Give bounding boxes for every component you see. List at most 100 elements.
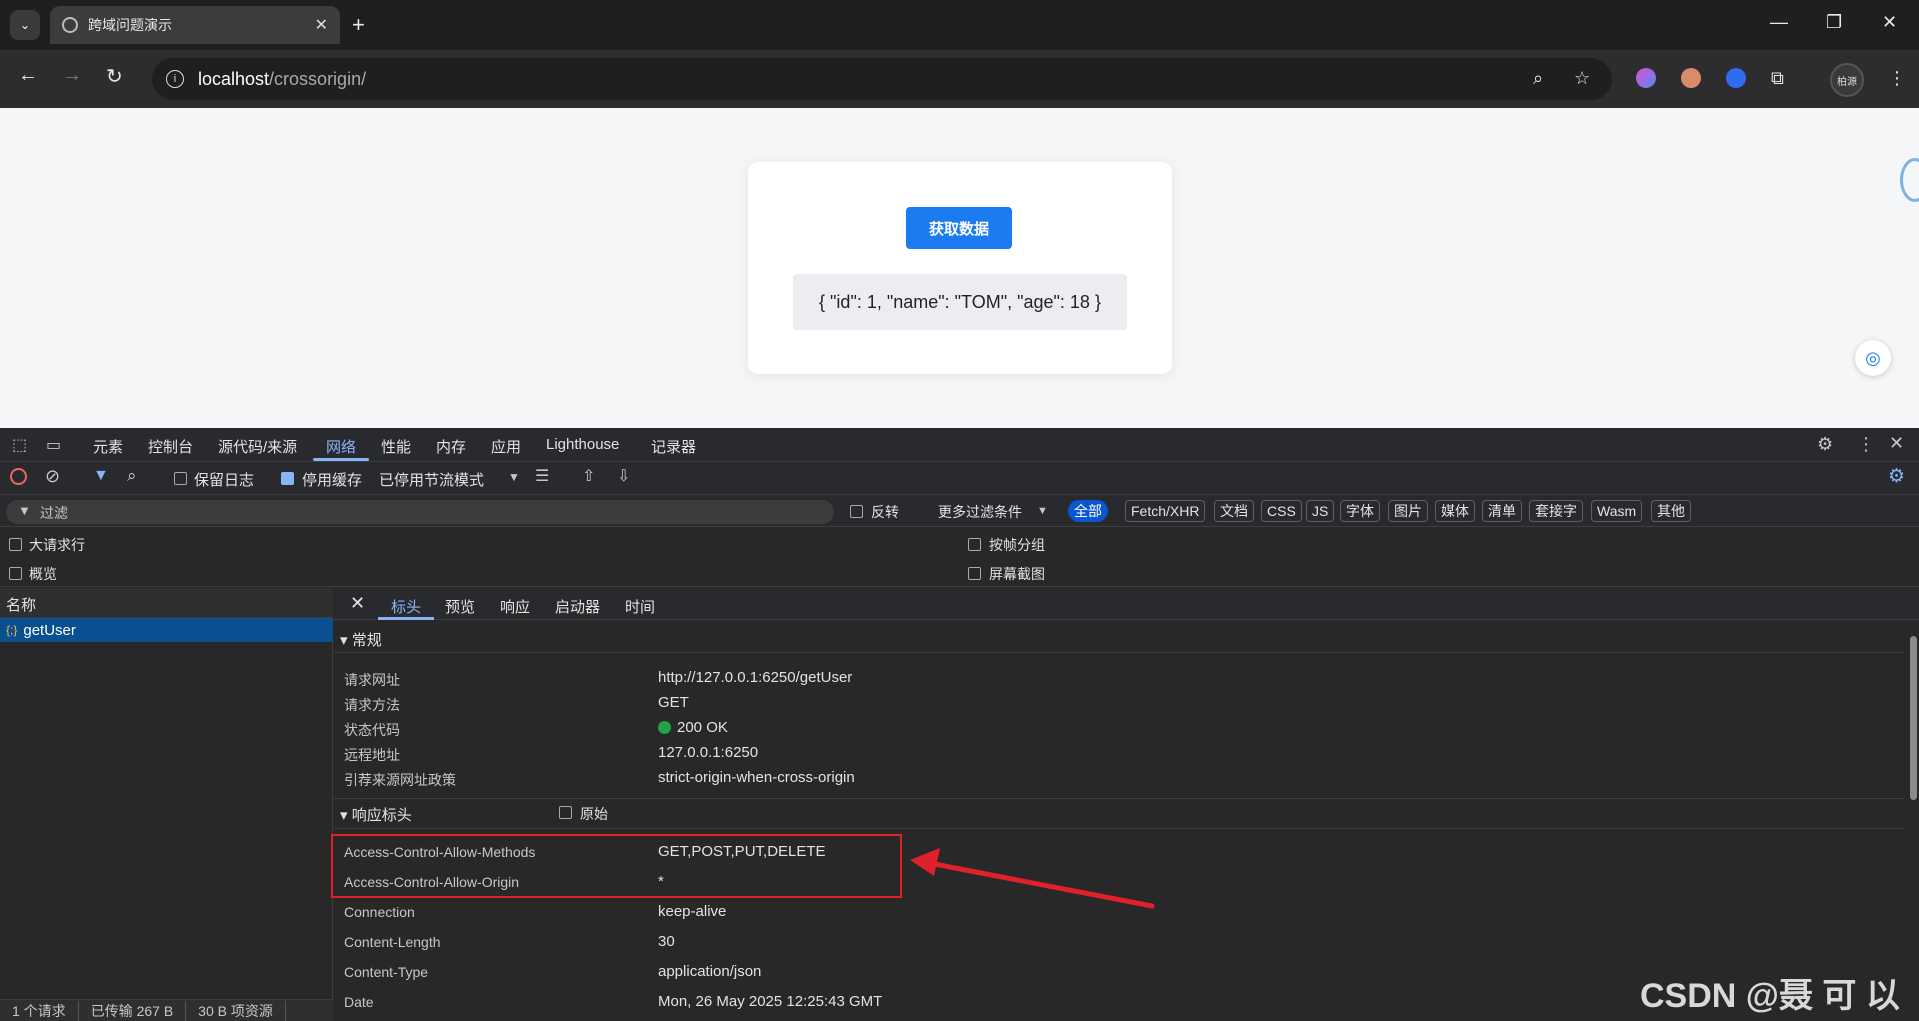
tab-response[interactable]: 响应	[500, 596, 530, 617]
name-column-header[interactable]: 名称	[0, 588, 333, 618]
site-info-icon[interactable]: i	[166, 70, 184, 88]
header-value: http://127.0.0.1:6250/getUser	[658, 669, 853, 686]
filter-all[interactable]: 全部	[1068, 500, 1108, 522]
close-window-button[interactable]: ✕	[1882, 12, 1897, 33]
extension-blue-icon[interactable]	[1726, 68, 1746, 88]
status-code-value: 200 OK	[658, 719, 728, 736]
new-tab-button[interactable]: +	[352, 12, 365, 38]
zoom-icon[interactable]: ⌕	[1533, 68, 1543, 89]
profile-avatar[interactable]: 柏源	[1830, 63, 1864, 97]
filter-manifest[interactable]: 清单	[1482, 500, 1522, 522]
extension-avatar-icon[interactable]	[1681, 68, 1701, 88]
network-conditions-icon[interactable]: ☰	[535, 466, 549, 486]
filter-css[interactable]: CSS	[1261, 500, 1302, 522]
filter-wasm[interactable]: Wasm	[1591, 500, 1643, 522]
raw-headers-label: 原始	[580, 806, 608, 822]
close-devtools-icon[interactable]: ✕	[1889, 433, 1904, 454]
invert-label: 反转	[871, 504, 899, 520]
tab-headers[interactable]: 标头	[391, 596, 421, 617]
tab-elements[interactable]: 元素	[93, 436, 123, 457]
tab-network[interactable]: 网络	[326, 436, 356, 457]
raw-headers-checkbox[interactable]	[559, 806, 572, 819]
minimize-button[interactable]: —	[1770, 12, 1788, 33]
more-options-icon[interactable]: ⋮	[1857, 434, 1875, 455]
filter-icon: ▼	[18, 503, 31, 518]
tab-performance[interactable]: 性能	[381, 436, 411, 457]
tab-preview[interactable]: 预览	[445, 596, 475, 617]
disable-cache-checkbox[interactable]	[281, 472, 294, 485]
request-details: ✕ 标头 预览 响应 启动器 时间 ▾ 常规 请求网址 http://127.0…	[334, 588, 1919, 1021]
search-icon[interactable]: ⌕	[127, 466, 137, 486]
group-by-frame-checkbox[interactable]	[968, 538, 981, 551]
extensions-puzzle-icon[interactable]: ⧉	[1771, 68, 1784, 89]
side-widget-icon[interactable]	[1900, 158, 1919, 202]
tab-memory[interactable]: 内存	[436, 436, 466, 457]
device-toolbar-icon[interactable]: ▭	[46, 435, 61, 455]
fetch-data-button[interactable]: 获取数据	[906, 207, 1012, 249]
url-path: /crossorigin/	[269, 68, 367, 89]
screenshots-checkbox[interactable]	[968, 567, 981, 580]
header-value: GET	[658, 694, 689, 711]
address-bar[interactable]: i localhost /crossorigin/	[152, 58, 1612, 100]
tab-initiator[interactable]: 启动器	[555, 596, 600, 617]
filter-js[interactable]: JS	[1306, 500, 1335, 522]
invert-checkbox[interactable]	[850, 505, 863, 518]
details-tab-bar: ✕ 标头 预览 响应 启动器 时间	[334, 588, 1919, 620]
inspect-element-icon[interactable]: ⬚	[12, 435, 27, 455]
header-key: Content-Length	[344, 934, 441, 950]
restore-button[interactable]: ❐	[1826, 12, 1842, 33]
filter-img[interactable]: 图片	[1388, 500, 1428, 522]
filter-font[interactable]: 字体	[1340, 500, 1380, 522]
tab-lighthouse[interactable]: Lighthouse	[546, 436, 619, 453]
tab-console[interactable]: 控制台	[148, 436, 193, 457]
chevron-down-icon[interactable]: ▼	[508, 470, 520, 484]
record-stop-icon[interactable]	[10, 468, 27, 485]
filter-other[interactable]: 其他	[1651, 500, 1691, 522]
preserve-log-checkbox[interactable]	[174, 472, 187, 485]
export-har-icon[interactable]: ⇩	[617, 466, 630, 486]
large-rows-label: 大请求行	[29, 537, 85, 553]
header-key: 请求方法	[344, 697, 400, 713]
details-scrollbar[interactable]	[1910, 636, 1917, 800]
group-by-frame-label: 按帧分组	[989, 537, 1045, 553]
back-icon[interactable]: ←	[18, 64, 38, 87]
browser-tab[interactable]: 跨域问题演示 ✕	[50, 6, 340, 44]
filter-socket[interactable]: 套接字	[1529, 500, 1583, 522]
disable-cache-label: 停用缓存	[302, 472, 363, 489]
filter-funnel-icon[interactable]: ▼	[93, 467, 109, 485]
close-tab-icon[interactable]: ✕	[315, 15, 328, 35]
close-details-icon[interactable]: ✕	[350, 593, 365, 614]
forward-icon[interactable]: →	[62, 64, 82, 87]
throttling-select[interactable]: 已停用节流模式	[379, 469, 484, 490]
filter-placeholder: 过滤	[40, 505, 68, 521]
demo-card: 获取数据 { "id": 1, "name": "TOM", "age": 18…	[748, 162, 1172, 374]
more-filters-chevron-icon[interactable]: ▼	[1037, 505, 1048, 517]
browser-menu-icon[interactable]: ⋮	[1888, 68, 1906, 89]
request-row[interactable]: {;} getUser	[0, 618, 333, 642]
network-settings-gear-icon[interactable]: ⚙	[1888, 465, 1905, 488]
filter-input[interactable]: ▼ 过滤	[6, 500, 834, 524]
overview-checkbox[interactable]	[9, 567, 22, 580]
response-headers-section-header[interactable]: ▾ 响应标头	[340, 804, 412, 825]
tab-recorder[interactable]: 记录器	[651, 436, 696, 457]
general-section-header[interactable]: ▾ 常规	[340, 629, 382, 650]
import-har-icon[interactable]: ⇧	[582, 466, 595, 486]
extension-brain-icon[interactable]	[1636, 68, 1656, 88]
filter-doc[interactable]: 文档	[1214, 500, 1254, 522]
more-filters-dropdown[interactable]: 更多过滤条件	[938, 502, 1022, 522]
filter-fetch-xhr[interactable]: Fetch/XHR	[1125, 500, 1206, 522]
tab-search-button[interactable]: ⌄	[10, 10, 40, 40]
bookmark-star-icon[interactable]: ☆	[1574, 68, 1590, 89]
filter-media[interactable]: 媒体	[1435, 500, 1475, 522]
browser-tabstrip: ⌄ 跨域问题演示 ✕ + — ❐ ✕	[0, 0, 1919, 50]
settings-gear-icon[interactable]: ⚙	[1817, 434, 1833, 455]
reload-icon[interactable]: ↻	[106, 64, 123, 89]
clear-icon[interactable]: ⊘	[45, 466, 60, 487]
tab-application[interactable]: 应用	[491, 436, 521, 457]
large-rows-checkbox[interactable]	[9, 538, 22, 551]
header-value: strict-origin-when-cross-origin	[658, 769, 855, 786]
floating-assistant-icon[interactable]: ◎	[1855, 340, 1891, 376]
highlight-box	[331, 834, 902, 898]
tab-timing[interactable]: 时间	[625, 596, 655, 617]
tab-sources[interactable]: 源代码/来源	[218, 436, 297, 457]
